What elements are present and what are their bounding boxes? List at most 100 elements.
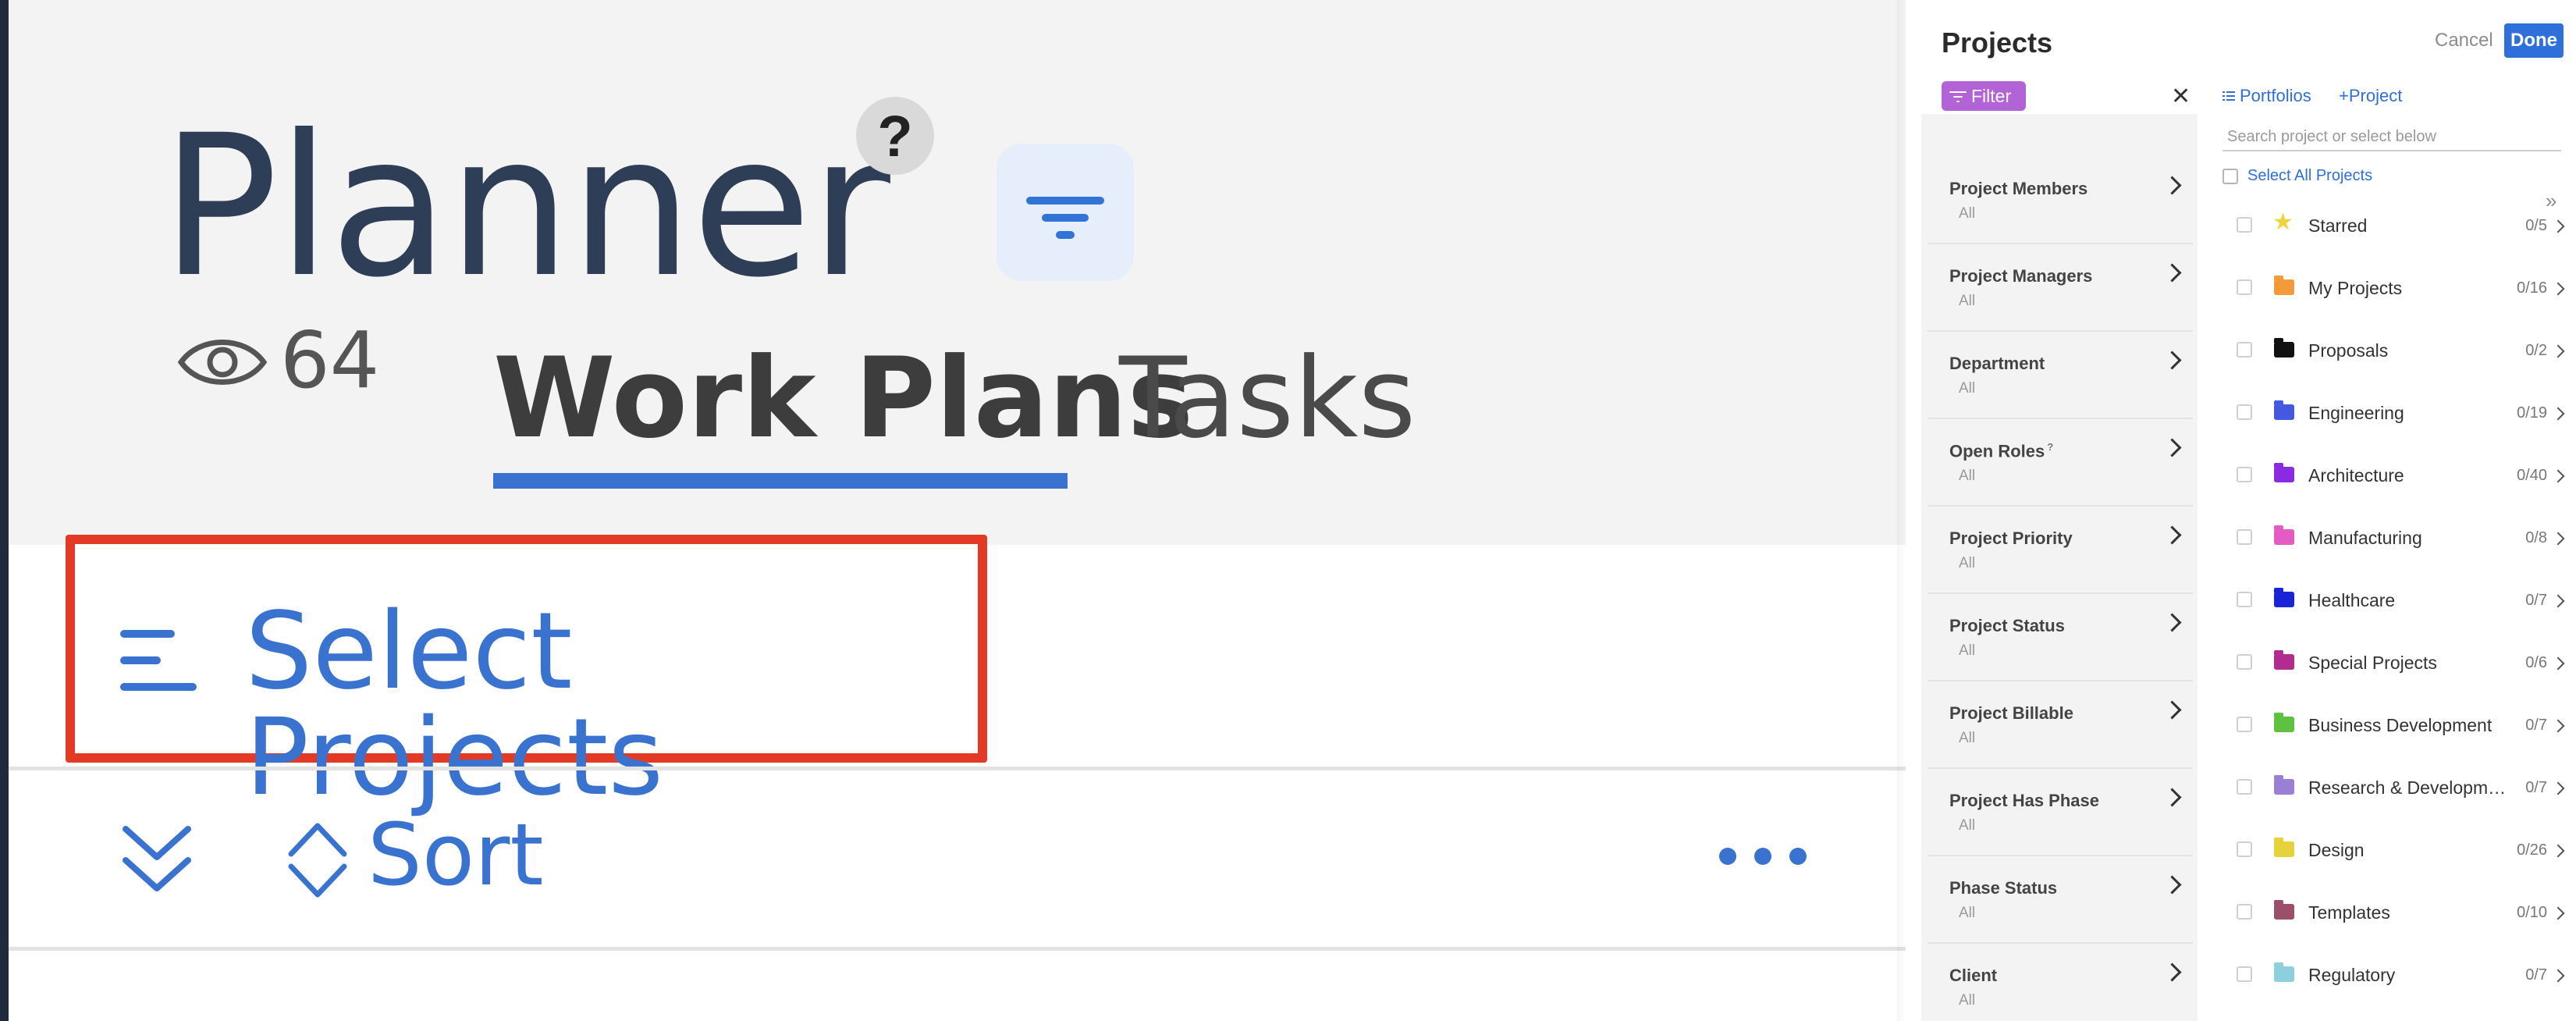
filter-button[interactable] (997, 144, 1134, 281)
portfolio-row[interactable]: ★ Starred 0/5 (2216, 195, 2566, 258)
portfolio-row[interactable]: Research & Developm… 0/7 (2216, 757, 2566, 820)
filter-project-priority[interactable]: Project Priority All (1928, 507, 2193, 594)
more-horizontal-icon[interactable] (1719, 848, 1813, 870)
filter-icon (1949, 90, 1967, 102)
chevron-right-icon[interactable] (2551, 532, 2565, 546)
select-all-checkbox[interactable] (2222, 168, 2238, 184)
portfolio-row[interactable]: Proposals 0/2 (2216, 320, 2566, 382)
filter-project-status[interactable]: Project Status All (1928, 594, 2193, 681)
portfolio-name: Starred (2308, 215, 2368, 236)
filter-phase-status[interactable]: Phase Status All (1928, 856, 2193, 944)
folder-icon (2274, 463, 2294, 482)
filter-project-members[interactable]: Project Members All (1928, 157, 2193, 244)
filter-value: All (1959, 468, 1976, 484)
chevron-right-icon (2162, 263, 2182, 283)
menu-icon (120, 630, 197, 692)
portfolio-checkbox[interactable] (2237, 654, 2252, 670)
portfolio-row[interactable]: Design 0/26 (2216, 820, 2566, 882)
tab-portfolios-label: Portfolios (2240, 86, 2311, 105)
double-chevron-down-icon[interactable] (119, 821, 194, 896)
portfolio-name: Healthcare (2308, 590, 2396, 610)
sort-button[interactable]: Sort (368, 812, 543, 898)
portfolio-row[interactable]: Regulatory 0/7 (2216, 945, 2566, 1007)
filter-value: All (1959, 730, 1976, 746)
portfolio-checkbox[interactable] (2237, 404, 2252, 420)
chevron-right-icon (2162, 350, 2182, 370)
chevron-right-icon[interactable] (2551, 969, 2565, 983)
portfolio-row[interactable]: Architecture 0/40 (2216, 445, 2566, 507)
filter-project-billable[interactable]: Project Billable All (1928, 681, 2193, 769)
search-input[interactable] (2222, 123, 2561, 151)
chevron-right-icon[interactable] (2551, 219, 2565, 233)
filter-chip[interactable]: Filter (1942, 81, 2026, 111)
close-icon[interactable]: ✕ (2171, 83, 2190, 110)
portfolio-checkbox[interactable] (2237, 279, 2252, 295)
portfolio-checkbox[interactable] (2237, 779, 2252, 795)
chevron-right-icon (2162, 788, 2182, 807)
help-superscript: ? (2047, 441, 2054, 453)
filter-label: Department (1949, 354, 2045, 373)
tab-portfolios[interactable]: Portfolios (2222, 86, 2311, 106)
chevron-right-icon[interactable] (2551, 594, 2565, 608)
select-all-projects[interactable]: Select All Projects (2222, 167, 2372, 185)
tab-tasks[interactable]: Tasks (1119, 343, 1416, 454)
portfolio-count: 0/5 (2525, 217, 2547, 234)
active-tab-indicator (493, 473, 1068, 489)
filter-value: All (1959, 905, 1976, 921)
portfolio-checkbox[interactable] (2237, 841, 2252, 857)
tab-work-plans[interactable]: Work Plans (493, 343, 1193, 454)
portfolio-checkbox[interactable] (2237, 904, 2252, 920)
filter-project-managers[interactable]: Project Managers All (1928, 244, 2193, 332)
portfolio-name: Business Development (2308, 715, 2493, 735)
chevron-right-icon[interactable] (2551, 407, 2565, 421)
portfolio-count: 0/7 (2525, 592, 2547, 609)
portfolio-checkbox[interactable] (2237, 467, 2252, 482)
chevron-right-icon[interactable] (2551, 844, 2565, 858)
filter-open-roles[interactable]: Open Roles? All (1928, 419, 2193, 507)
portfolio-row[interactable]: My Projects 0/16 (2216, 258, 2566, 320)
filter-label: Project Billable (1949, 703, 2073, 723)
planner-zoomed-view: Planner ? 64 Work Plans Tasks Select Pro… (9, 0, 1906, 1021)
filter-project-has-phase[interactable]: Project Has Phase All (1928, 769, 2193, 856)
portfolio-name: Manufacturing (2308, 528, 2422, 548)
chevron-right-icon[interactable] (2551, 282, 2565, 296)
portfolio-row[interactable]: Templates 0/10 (2216, 882, 2566, 945)
portfolio-name: Templates (2308, 902, 2390, 923)
portfolio-row[interactable]: Engineering 0/19 (2216, 382, 2566, 445)
filter-value: All (1959, 380, 1976, 397)
portfolio-checkbox[interactable] (2237, 529, 2252, 545)
chevron-right-icon (2162, 176, 2182, 195)
folder-icon (2274, 713, 2294, 732)
portfolio-row[interactable]: Special Projects 0/6 (2216, 632, 2566, 695)
filter-client[interactable]: Client All (1928, 944, 2193, 1021)
portfolio-row[interactable]: Healthcare 0/7 (2216, 570, 2566, 632)
portfolio-row[interactable]: Manufacturing 0/8 (2216, 507, 2566, 570)
portfolio-checkbox[interactable] (2237, 342, 2252, 358)
sort-icon[interactable] (286, 820, 349, 901)
folder-icon (2274, 900, 2294, 920)
views-count: 64 (280, 315, 380, 406)
chevron-right-icon[interactable] (2551, 719, 2565, 733)
add-project-link[interactable]: +Project (2339, 86, 2402, 106)
portfolio-name: Research & Developm… (2308, 777, 2507, 798)
help-icon[interactable]: ? (856, 97, 934, 175)
chevron-right-icon (2162, 525, 2182, 545)
chevron-right-icon[interactable] (2551, 656, 2565, 671)
portfolio-row[interactable]: Business Development 0/7 (2216, 695, 2566, 757)
chevron-right-icon[interactable] (2551, 906, 2565, 920)
filter-department[interactable]: Department All (1928, 332, 2193, 419)
page-title: Planner (161, 93, 890, 320)
done-button[interactable]: Done (2504, 23, 2564, 58)
filter-label: Phase Status (1949, 878, 2058, 898)
chevron-right-icon[interactable] (2551, 469, 2565, 483)
planner-header: Planner ? 64 Work Plans Tasks (9, 0, 1906, 545)
select-projects-button[interactable]: Select Projects (66, 535, 987, 811)
portfolio-checkbox[interactable] (2237, 592, 2252, 607)
portfolio-checkbox[interactable] (2237, 966, 2252, 982)
chevron-right-icon[interactable] (2551, 344, 2565, 358)
portfolio-checkbox[interactable] (2237, 217, 2252, 233)
cancel-button[interactable]: Cancel (2435, 30, 2493, 52)
chevron-right-icon[interactable] (2551, 781, 2565, 795)
portfolio-checkbox[interactable] (2237, 717, 2252, 732)
portfolio-name: Proposals (2308, 340, 2389, 361)
